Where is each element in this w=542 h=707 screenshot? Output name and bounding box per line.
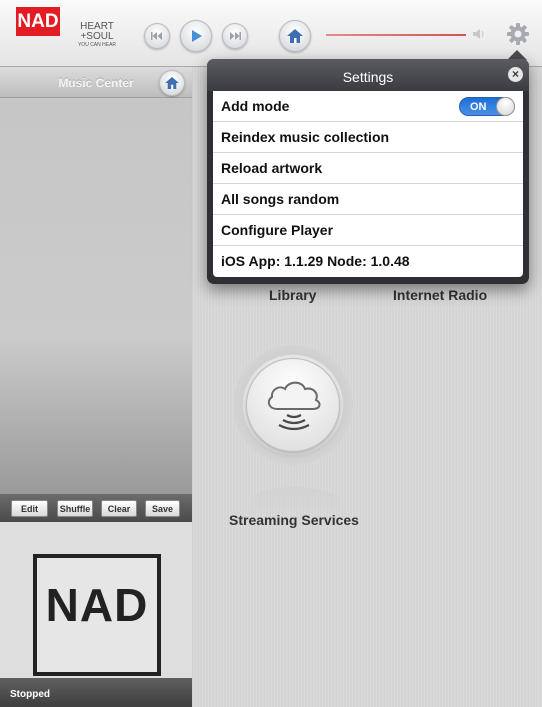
album-art: NAD (33, 554, 161, 676)
library-label[interactable]: Library (269, 287, 316, 303)
settings-item-configure-player[interactable]: Configure Player (213, 215, 523, 246)
playback-status: Stopped (10, 689, 50, 700)
home-icon (165, 77, 179, 89)
toggle-state-label: ON (470, 101, 487, 113)
streaming-services-label[interactable]: Streaming Services (229, 512, 359, 528)
settings-item-reload-artwork[interactable]: Reload artwork (213, 153, 523, 184)
shuffle-button[interactable]: Shuffle (57, 500, 93, 517)
edit-button[interactable]: Edit (11, 500, 48, 517)
settings-item-version: iOS App: 1.1.29 Node: 1.0.48 (221, 253, 410, 269)
settings-header: Settings × (207, 59, 529, 91)
home-button[interactable] (279, 20, 311, 52)
skip-back-icon (151, 32, 162, 40)
play-queue[interactable] (0, 98, 192, 494)
queue-toolbar: Edit Shuffle Clear Save (0, 494, 192, 522)
settings-item-add-mode[interactable]: Add mode ON (213, 91, 523, 122)
gear-icon[interactable] (506, 22, 530, 46)
tagline-line3: YOU CAN HEAR (77, 42, 117, 48)
settings-popover: Settings × Add mode ON Reindex music col… (207, 59, 529, 284)
sidebar-home-button[interactable] (159, 70, 185, 96)
close-icon[interactable]: × (508, 67, 523, 82)
cloud-streaming-icon (267, 381, 321, 431)
settings-item-reindex[interactable]: Reindex music collection (213, 122, 523, 153)
sidebar-header: Music Center (0, 67, 192, 98)
tagline-line2: +SOUL (80, 31, 114, 42)
settings-item-all-songs-random[interactable]: All songs random (213, 184, 523, 215)
settings-list: Add mode ON Reindex music collection Rel… (213, 91, 523, 277)
play-button[interactable] (180, 20, 212, 52)
music-center-sidebar: Music Center Edit Shuffle Clear Save NAD… (0, 67, 192, 707)
streaming-services-button[interactable] (246, 358, 340, 452)
nad-logo: NAD (16, 7, 60, 36)
previous-track-button[interactable] (144, 23, 170, 49)
status-bar: Stopped (0, 678, 192, 707)
add-mode-toggle[interactable]: ON (459, 97, 515, 116)
play-icon (192, 30, 202, 42)
volume-icon (473, 29, 484, 39)
home-icon (287, 29, 303, 43)
volume-slider[interactable] (326, 34, 466, 36)
toggle-knob (496, 97, 515, 116)
now-playing-panel: NAD (0, 522, 192, 678)
internet-radio-label[interactable]: Internet Radio (393, 287, 487, 303)
album-art-logo: NAD (45, 579, 149, 631)
brand-tagline: HEART +SOUL YOU CAN HEAR (72, 22, 122, 48)
settings-title: Settings (342, 69, 394, 85)
save-button[interactable]: Save (145, 500, 180, 517)
top-toolbar: NAD HEART +SOUL YOU CAN HEAR (0, 0, 542, 67)
skip-forward-icon (230, 32, 241, 40)
settings-item-label: Add mode (221, 98, 290, 114)
clear-button[interactable]: Clear (101, 500, 137, 517)
next-track-button[interactable] (222, 23, 248, 49)
